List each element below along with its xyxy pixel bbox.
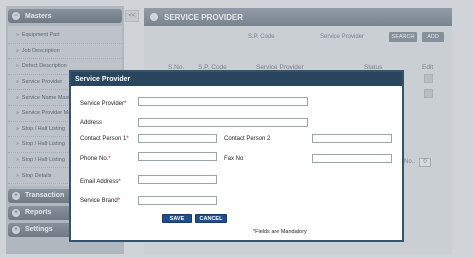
address-label: Address <box>80 120 103 126</box>
contact-person-2-input[interactable] <box>312 134 392 143</box>
label-text: Phone No. <box>80 156 109 162</box>
service-brand-label: Service Brand* <box>80 198 120 204</box>
cancel-button[interactable]: CANCEL <box>195 214 227 223</box>
contact-person-1-input[interactable] <box>138 134 217 143</box>
address-input[interactable] <box>138 118 308 127</box>
required-mark: * <box>108 156 111 162</box>
required-mark: * <box>124 101 127 107</box>
phone-input[interactable] <box>138 152 217 161</box>
service-brand-input[interactable] <box>138 196 217 205</box>
email-label: Email Address* <box>80 179 121 185</box>
save-button[interactable]: SAVE <box>162 214 192 223</box>
contact-person-2-label: Contact Person 2 <box>224 136 271 142</box>
label-text: Service Provider <box>80 101 125 107</box>
label-text: Email Address <box>80 179 119 185</box>
dialog-title: Service Provider <box>71 72 402 86</box>
fax-label: Fax No <box>224 156 244 162</box>
service-provider-dialog: Service Provider Service Provider* Addre… <box>69 70 404 242</box>
email-input[interactable] <box>138 175 217 184</box>
required-mark: * <box>118 179 121 185</box>
fax-input[interactable] <box>312 154 392 163</box>
note-text: Fields are Mandatory <box>255 229 307 235</box>
service-provider-input[interactable] <box>138 97 308 106</box>
phone-label: Phone No.* <box>80 156 111 162</box>
mandatory-note: *Fields are Mandatory <box>253 229 307 235</box>
label-text: Service Brand <box>80 198 118 204</box>
contact-person-1-label: Contact Person 1* <box>80 136 129 142</box>
required-mark: * <box>126 136 129 142</box>
required-mark: * <box>117 198 121 204</box>
label-text: Contact Person 1 <box>80 136 127 142</box>
service-provider-label: Service Provider* <box>80 101 126 107</box>
